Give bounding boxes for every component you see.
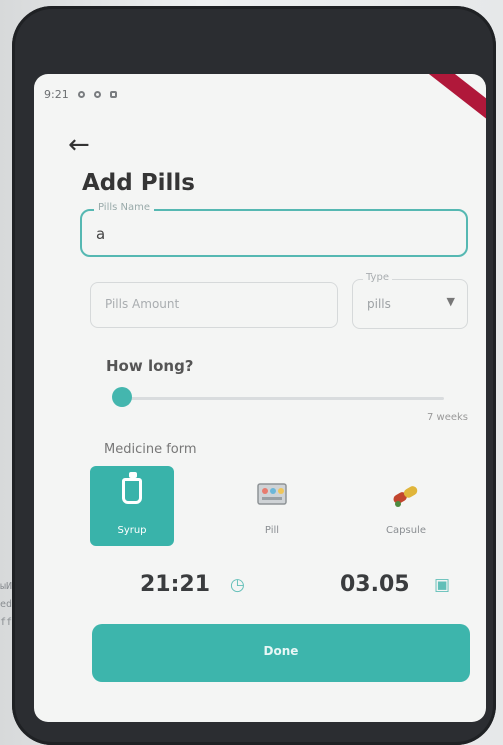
medicine-form-label: Medicine form xyxy=(104,442,197,457)
done-button-label: Done xyxy=(263,644,299,658)
medicine-form-syrup[interactable]: Syrup xyxy=(90,466,174,546)
syrup-bottle-icon xyxy=(90,472,174,511)
back-arrow-icon[interactable]: ← xyxy=(68,130,90,160)
duration-slider-handle[interactable] xyxy=(112,387,132,407)
medicine-form-label-capsule: Capsule xyxy=(386,525,426,536)
done-button[interactable]: Done xyxy=(92,624,470,682)
phone-frame: 9:21 ← Add Pills Pills Name a Pills Amou… xyxy=(12,6,496,745)
calendar-icon[interactable]: ▣ xyxy=(434,575,450,595)
time-value[interactable]: 21:21 xyxy=(140,572,210,597)
type-dropdown[interactable]: Type pills ▼ xyxy=(352,272,468,329)
pills-name-field[interactable]: Pills Name a xyxy=(80,202,468,257)
schedule-row: 21:21 ◷ 03.05 ▣ xyxy=(34,572,486,612)
medicine-form-capsule[interactable]: Capsule xyxy=(364,466,448,546)
medicine-form-label-syrup: Syrup xyxy=(117,525,147,536)
duration-value: 7 weeks xyxy=(426,412,468,423)
status-icon xyxy=(77,90,85,98)
status-icon xyxy=(109,90,117,98)
app-screen: 9:21 ← Add Pills Pills Name a Pills Amou… xyxy=(34,74,486,722)
date-value[interactable]: 03.05 xyxy=(340,572,410,597)
pills-name-input[interactable]: a xyxy=(96,225,105,243)
status-time: 9:21 xyxy=(44,87,69,101)
status-bar: 9:21 xyxy=(44,84,486,104)
pills-amount-placeholder: Pills Amount xyxy=(105,297,180,311)
status-icon xyxy=(93,90,101,98)
medicine-form-pill[interactable]: Pill xyxy=(230,466,314,546)
type-value: pills xyxy=(367,297,391,311)
clock-icon[interactable]: ◷ xyxy=(230,575,245,595)
pill-box-icon xyxy=(230,478,314,517)
pills-amount-field[interactable]: Pills Amount xyxy=(90,282,338,328)
duration-slider-track[interactable] xyxy=(114,397,444,400)
type-label: Type xyxy=(363,272,392,283)
capsule-icon xyxy=(364,478,448,517)
chevron-down-icon: ▼ xyxy=(446,295,455,308)
camera-photo-scene: ыИ7 ed-ffe 9:21 ← Add Pills Pills Name a … xyxy=(0,0,503,745)
pills-name-label: Pills Name xyxy=(94,202,155,213)
medicine-form-selector: Syrup Pill Capsule xyxy=(90,466,470,552)
page-title: Add Pills xyxy=(82,170,195,196)
how-long-label: How long? xyxy=(106,357,194,375)
medicine-form-label-pill: Pill xyxy=(264,525,280,536)
